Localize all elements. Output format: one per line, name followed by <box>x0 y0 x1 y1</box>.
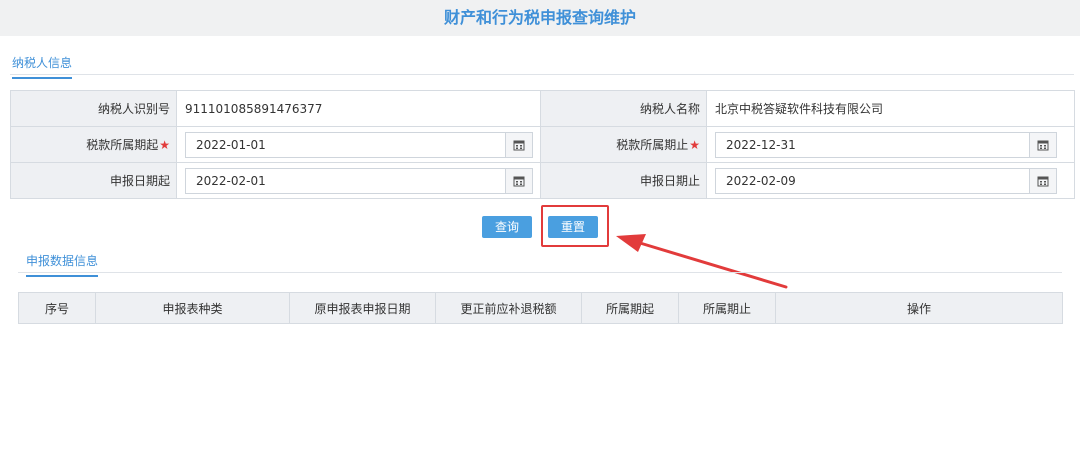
column-header: 操作 <box>775 292 1063 324</box>
table-header-row: 序号 申报表种类 原申报表申报日期 更正前应补退税额 所属期起 所属期止 操作 <box>18 292 1063 324</box>
column-header: 更正前应补退税额 <box>435 292 582 324</box>
column-header: 所属期起 <box>581 292 679 324</box>
tab-filing-data[interactable]: 申报数据信息 <box>26 252 99 277</box>
column-header: 序号 <box>18 292 96 324</box>
section-divider <box>18 272 1062 273</box>
filing-data-table: 序号 申报表种类 原申报表申报日期 更正前应补退税额 所属期起 所属期止 操作 <box>18 292 1063 324</box>
column-header: 申报表种类 <box>95 292 290 324</box>
column-header: 所属期止 <box>678 292 776 324</box>
annotation-arrow <box>616 234 788 289</box>
column-header: 原申报表申报日期 <box>289 292 436 324</box>
